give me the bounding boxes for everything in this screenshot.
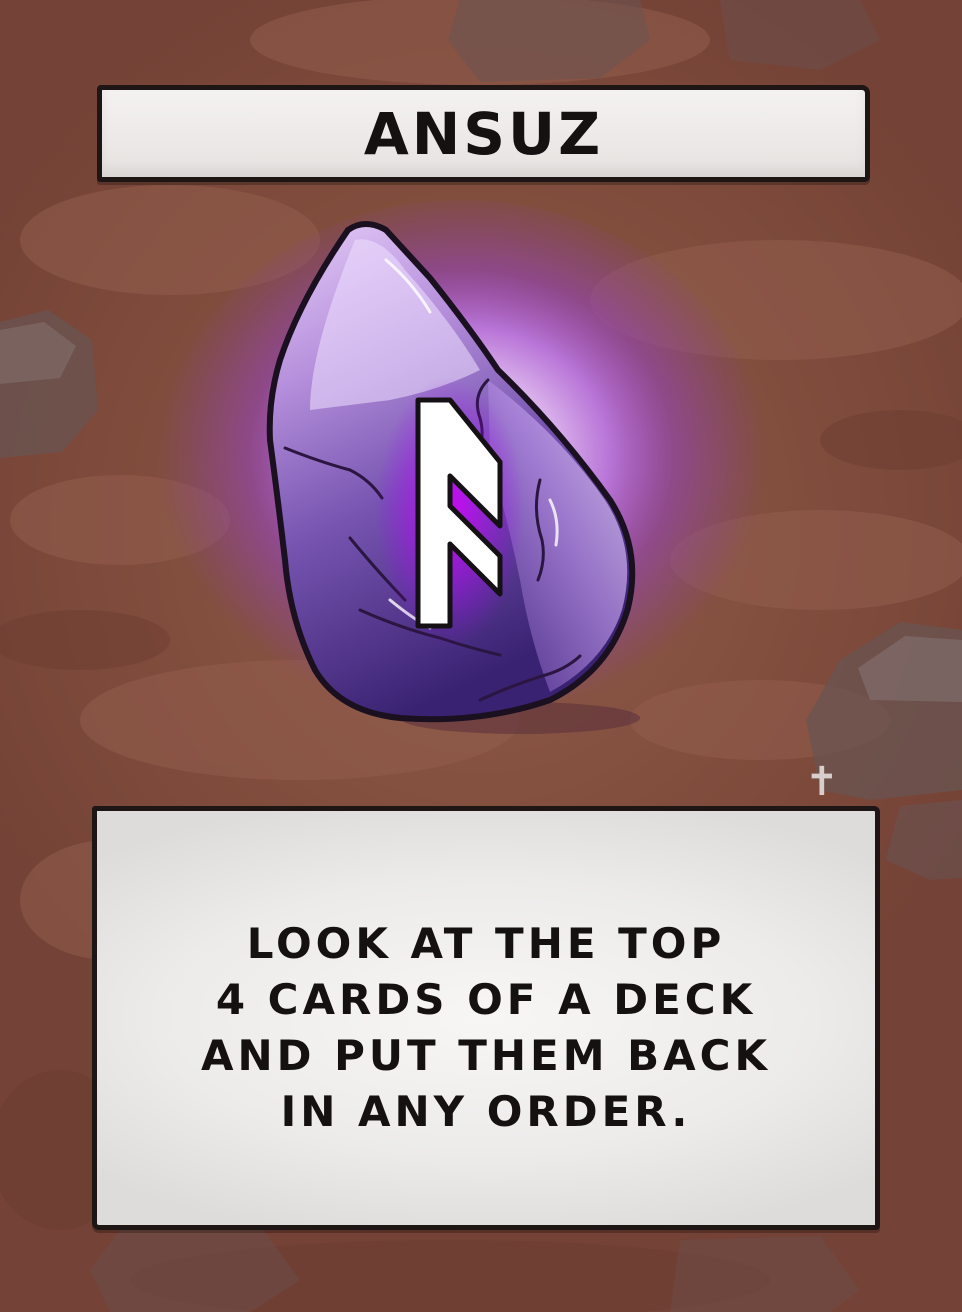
description-line: IN ANY ORDER. xyxy=(280,1087,692,1136)
title-banner: ANSUZ xyxy=(97,85,870,182)
description-line: AND PUT THEM BACK xyxy=(200,1031,772,1080)
description-line: 4 CARDS OF A DECK xyxy=(215,975,757,1024)
description-panel: LOOK AT THE TOP 4 CARDS OF A DECK AND PU… xyxy=(92,806,880,1230)
rune-stone-illustration xyxy=(157,200,767,734)
cross-mark-icon: ✝ xyxy=(805,759,839,805)
card-title: ANSUZ xyxy=(363,99,604,168)
rune-card: ANSUZ ✝ LOOK AT THE TOP 4 CARDS OF A DEC… xyxy=(0,0,962,1312)
description-line: LOOK AT THE TOP xyxy=(246,919,726,968)
rock-left-decoration xyxy=(0,310,98,458)
